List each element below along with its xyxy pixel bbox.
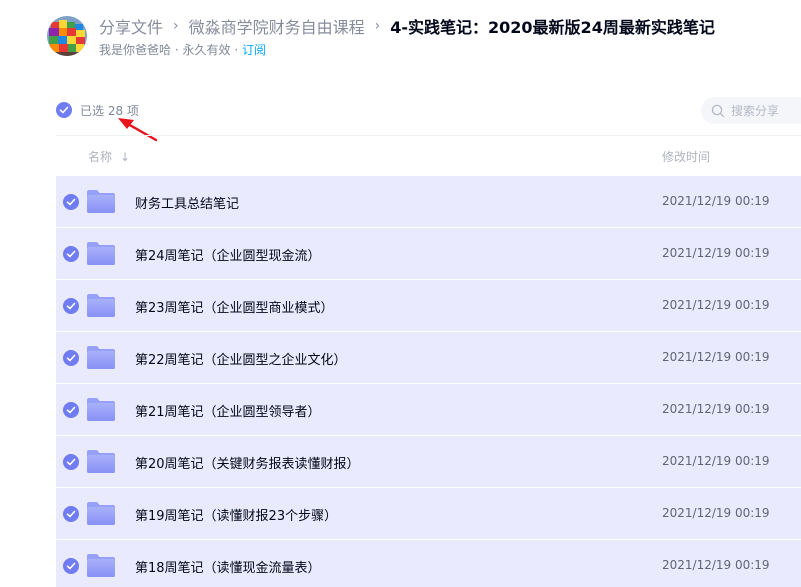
folder-icon <box>87 346 115 369</box>
search-input[interactable]: 搜索分享 <box>731 102 779 119</box>
row-check-icon[interactable] <box>63 402 79 418</box>
file-name[interactable]: 第21周笔记（企业圆型领导者） <box>135 401 321 420</box>
file-name[interactable]: 第23周笔记（企业圆型商业模式） <box>135 297 334 316</box>
folder-icon <box>87 294 115 317</box>
file-modified-time: 2021/12/19 00:19 <box>662 298 770 312</box>
info-separator: · <box>234 43 242 57</box>
row-check-icon[interactable] <box>63 246 79 262</box>
share-info: 我是你爸爸哈 · 永久有效 · 订阅 <box>99 41 266 58</box>
column-header: 名称 ↓ 修改时间 <box>56 146 801 166</box>
file-modified-time: 2021/12/19 00:19 <box>662 454 770 468</box>
breadcrumb-parent[interactable]: 微淼商学院财务自由课程 <box>189 14 365 38</box>
row-check-icon[interactable] <box>63 558 79 574</box>
file-name[interactable]: 第24周笔记（企业圆型现金流） <box>135 245 321 264</box>
row-check-icon[interactable] <box>63 454 79 470</box>
breadcrumb: 分享文件 › 微淼商学院财务自由课程 › 4-实践笔记：2020最新版24周最新… <box>99 14 715 38</box>
search-box[interactable]: 搜索分享 <box>701 97 801 124</box>
select-all-check-icon[interactable] <box>56 102 72 118</box>
avatar[interactable] <box>47 16 87 56</box>
sort-down-icon[interactable]: ↓ <box>120 150 130 164</box>
share-header: 分享文件 › 微淼商学院财务自由课程 › 4-实践笔记：2020最新版24周最新… <box>0 0 801 70</box>
file-list: 财务工具总结笔记 2021/12/19 00:19 第24周笔记（企业圆型现金流） 2… <box>56 176 801 587</box>
file-modified-time: 2021/12/19 00:19 <box>662 506 770 520</box>
folder-icon <box>87 554 115 577</box>
file-modified-time: 2021/12/19 00:19 <box>662 558 770 572</box>
file-name[interactable]: 第18周笔记（读懂现金流量表） <box>135 557 321 576</box>
file-row[interactable]: 第22周笔记（企业圆型之企业文化） 2021/12/19 00:19 <box>56 332 801 384</box>
row-check-icon[interactable] <box>63 350 79 366</box>
share-validity: 永久有效 <box>182 43 231 57</box>
file-row[interactable]: 第21周笔记（企业圆型领导者） 2021/12/19 00:19 <box>56 384 801 436</box>
file-modified-time: 2021/12/19 00:19 <box>662 246 770 260</box>
file-name[interactable]: 第19周笔记（读懂财报23个步骤） <box>135 505 337 524</box>
sharer-name: 我是你爸爸哈 <box>99 43 172 57</box>
file-row[interactable]: 第18周笔记（读懂现金流量表） 2021/12/19 00:19 <box>56 540 801 587</box>
file-name[interactable]: 财务工具总结笔记 <box>135 193 239 212</box>
breadcrumb-separator: › <box>374 18 381 34</box>
file-row[interactable]: 第24周笔记（企业圆型现金流） 2021/12/19 00:19 <box>56 228 801 280</box>
row-check-icon[interactable] <box>63 298 79 314</box>
column-name-label: 名称 <box>88 150 113 164</box>
file-row[interactable]: 第20周笔记（关键财务报表读懂财报） 2021/12/19 00:19 <box>56 436 801 488</box>
column-modified[interactable]: 修改时间 <box>662 148 710 165</box>
file-modified-time: 2021/12/19 00:19 <box>662 194 770 208</box>
divider <box>56 135 801 136</box>
file-row[interactable]: 财务工具总结笔记 2021/12/19 00:19 <box>56 176 801 228</box>
red-arrow-annotation <box>118 118 158 142</box>
folder-icon <box>87 190 115 213</box>
file-name[interactable]: 第20周笔记（关键财务报表读懂财报） <box>135 453 360 472</box>
breadcrumb-root[interactable]: 分享文件 <box>99 14 163 38</box>
file-modified-time: 2021/12/19 00:19 <box>662 402 770 416</box>
breadcrumb-current: 4-实践笔记：2020最新版24周最新实践笔记 <box>390 18 715 37</box>
file-name[interactable]: 第22周笔记（企业圆型之企业文化） <box>135 349 347 368</box>
column-name[interactable]: 名称 ↓ <box>88 148 130 165</box>
folder-icon <box>87 398 115 421</box>
folder-icon <box>87 450 115 473</box>
breadcrumb-separator: › <box>173 18 179 34</box>
file-row[interactable]: 第23周笔记（企业圆型商业模式） 2021/12/19 00:19 <box>56 280 801 332</box>
row-check-icon[interactable] <box>63 194 79 210</box>
file-row[interactable]: 第19周笔记（读懂财报23个步骤） 2021/12/19 00:19 <box>56 488 801 540</box>
subscribe-link[interactable]: 订阅 <box>242 43 266 57</box>
file-modified-time: 2021/12/19 00:19 <box>662 350 770 364</box>
row-check-icon[interactable] <box>63 506 79 522</box>
folder-icon <box>87 242 115 265</box>
folder-icon <box>87 502 115 525</box>
search-icon <box>711 104 725 117</box>
